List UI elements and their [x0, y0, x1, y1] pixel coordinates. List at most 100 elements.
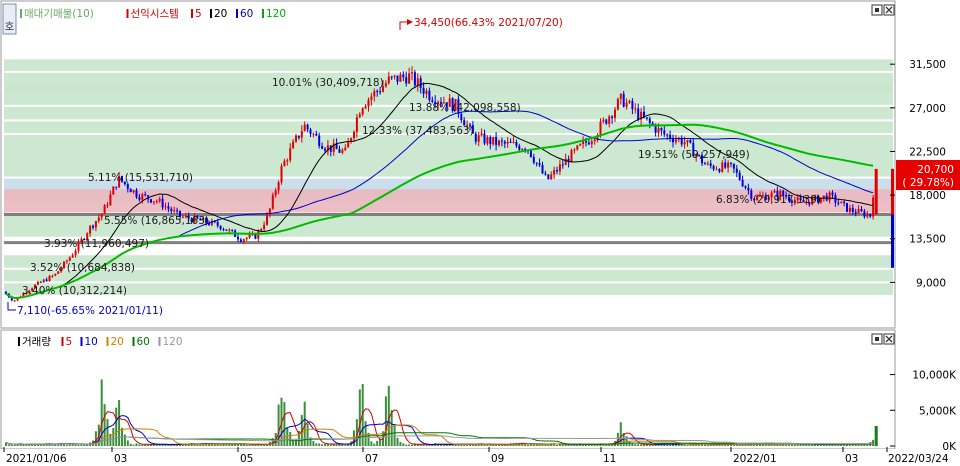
- candle-body: [318, 135, 321, 147]
- volume-bar: [573, 444, 576, 446]
- volume-bar: [315, 443, 318, 446]
- volume-bar: [147, 444, 150, 446]
- candle-body: [556, 170, 558, 172]
- candle-body: [170, 208, 173, 212]
- volume-bar: [492, 444, 495, 446]
- candle-body: [735, 168, 738, 173]
- candle-body: [500, 140, 503, 142]
- candle-body: [570, 150, 573, 163]
- legend-swatch: [20, 9, 22, 18]
- y-tick-label: 22,500: [909, 146, 946, 158]
- candle-body: [489, 137, 492, 145]
- candle-body: [614, 109, 616, 118]
- candle-body: [97, 217, 100, 222]
- volume-bar: [239, 444, 242, 446]
- volume-profile-band: [4, 255, 893, 268]
- volume-bar: [10, 444, 13, 446]
- volume-bar: [28, 444, 31, 446]
- candle-body: [857, 209, 860, 214]
- volume-bar: [564, 444, 567, 446]
- volume-bar: [126, 440, 129, 446]
- volume-bar: [225, 444, 228, 446]
- candle-body: [358, 114, 361, 118]
- volume-profile-label: 3.52% (10,684,838): [30, 262, 135, 274]
- candle-body: [257, 231, 260, 239]
- volume-bar: [489, 444, 492, 446]
- volume-profile-band: [4, 59, 893, 71]
- settings-icon[interactable]: 호: [2, 3, 17, 35]
- volume-bar: [77, 444, 80, 446]
- legend-label: 120: [163, 336, 183, 348]
- volume-bar: [213, 444, 216, 446]
- candle-body: [631, 100, 634, 110]
- candle-body: [657, 128, 660, 133]
- candle-body: [645, 117, 648, 119]
- volume-y-tick-label: 0K: [942, 441, 957, 453]
- candle-body: [486, 137, 489, 144]
- candle-body: [866, 214, 869, 217]
- y-tick-label: 31,500: [909, 59, 946, 71]
- candle-body: [364, 106, 367, 109]
- candle-body: [158, 198, 161, 202]
- legend-swatch: [18, 337, 20, 346]
- candle-body: [173, 210, 176, 212]
- candle-body: [495, 136, 498, 145]
- candle-body: [712, 165, 715, 170]
- candle-body: [648, 118, 651, 123]
- volume-bar: [527, 444, 529, 446]
- candle-body: [585, 140, 587, 143]
- candle-body: [666, 134, 669, 136]
- volume-bar: [118, 400, 121, 446]
- candle-body: [138, 197, 141, 200]
- y-tick-label: 13,500: [909, 234, 946, 246]
- candle-body: [225, 229, 228, 231]
- candle-body: [126, 184, 129, 189]
- high-label: 34,450(66.43% 2021/07/20): [414, 17, 563, 29]
- candle-body: [112, 186, 115, 195]
- volume-bar: [405, 444, 408, 446]
- candle-body: [732, 163, 735, 169]
- candle-body: [167, 206, 170, 209]
- candle-body: [413, 72, 416, 86]
- candle-body: [616, 98, 619, 110]
- high-annotation: 34,450(66.43% 2021/07/20): [399, 17, 563, 30]
- candle-body: [100, 213, 103, 218]
- candle-body: [274, 190, 277, 196]
- x-tick-label: 2022/03/24: [888, 453, 949, 465]
- volume-bar: [648, 444, 651, 446]
- candle-body: [13, 300, 16, 302]
- candle-body: [550, 174, 553, 180]
- candle-body: [135, 190, 138, 198]
- candle-body: [68, 257, 71, 261]
- volume-bar: [335, 444, 338, 446]
- candle-body: [419, 78, 422, 88]
- candle-body: [474, 133, 477, 142]
- candle-body: [706, 163, 709, 165]
- volume-bar: [65, 444, 68, 446]
- chart-canvas[interactable]: 3.40% (10,312,214) 3.52% (10,684,838) 3.93…: [0, 0, 960, 466]
- volume-bar: [321, 444, 324, 446]
- stock-chart-window: 3.40% (10,312,214) 3.52% (10,684,838) 3.93…: [0, 0, 960, 466]
- candle-body: [402, 74, 405, 78]
- candle-body: [599, 121, 602, 135]
- candle-body: [512, 141, 515, 143]
- volume-profile-label: 10.01% (30,409,718): [272, 77, 384, 89]
- volume-bar: [132, 444, 135, 446]
- volume-bar: [112, 427, 115, 446]
- volume-bar: [373, 443, 376, 446]
- candle-body: [411, 72, 413, 74]
- volume-bar: [411, 444, 413, 446]
- candle-body: [367, 99, 370, 107]
- volume-bar: [561, 444, 564, 446]
- volume-bar: [138, 444, 141, 446]
- candle-body: [869, 214, 872, 217]
- volume-bar: [384, 396, 387, 446]
- volume-profile-label: 3.40% (10,312,214): [22, 285, 127, 297]
- candle-body: [854, 211, 857, 214]
- x-tick-label: 09: [491, 453, 504, 465]
- volume-bar: [164, 444, 167, 446]
- volume-bar-last: [874, 426, 878, 446]
- volume-bar: [364, 421, 367, 446]
- candle-body: [518, 145, 521, 150]
- candle-body: [538, 163, 541, 165]
